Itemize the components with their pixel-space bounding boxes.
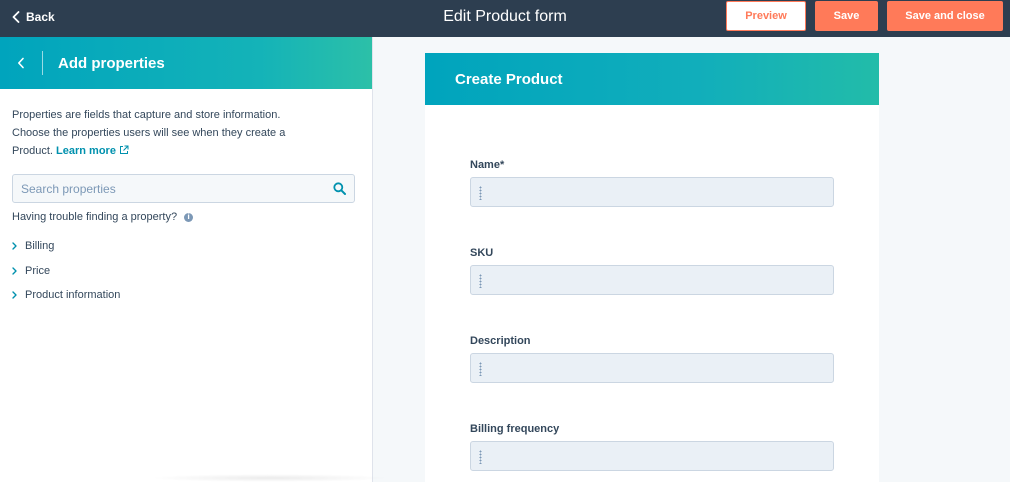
form-field-name[interactable]: Name* bbox=[470, 159, 834, 207]
top-bar: Back Edit Product form Preview Save Save… bbox=[0, 0, 1010, 37]
form-field-billing-frequency[interactable]: Billing frequency bbox=[470, 423, 834, 471]
form-header: Create Product bbox=[425, 53, 879, 105]
chevron-right-icon bbox=[12, 291, 17, 299]
search-properties-field[interactable] bbox=[12, 174, 355, 203]
preview-button[interactable]: Preview bbox=[726, 1, 806, 31]
back-label: Back bbox=[26, 9, 55, 24]
trouble-finding-hint: Having trouble finding a property? i bbox=[12, 211, 360, 223]
bottom-shadow bbox=[150, 474, 390, 482]
panel-body: Properties are fields that capture and s… bbox=[0, 89, 372, 308]
panel-back-button[interactable] bbox=[0, 37, 42, 89]
property-groups: Billing Price Product information bbox=[12, 234, 360, 308]
chevron-right-icon bbox=[12, 267, 17, 275]
property-group-billing[interactable]: Billing bbox=[12, 234, 360, 259]
property-group-product-information[interactable]: Product information bbox=[12, 283, 360, 308]
info-icon[interactable]: i bbox=[184, 212, 194, 222]
panel-description: Properties are fields that capture and s… bbox=[12, 106, 302, 160]
chevron-left-icon bbox=[12, 10, 20, 23]
learn-more-link[interactable]: Learn more bbox=[56, 145, 129, 157]
field-label: SKU bbox=[470, 247, 494, 259]
panel-header: Add properties bbox=[0, 37, 372, 89]
search-icon[interactable] bbox=[333, 182, 346, 195]
add-properties-panel: Add properties Properties are fields tha… bbox=[0, 37, 373, 482]
drag-handle-icon[interactable] bbox=[479, 274, 482, 288]
description-input[interactable] bbox=[470, 353, 834, 383]
learn-more-label: Learn more bbox=[56, 145, 116, 157]
drag-handle-icon[interactable] bbox=[479, 450, 482, 464]
form-field-description[interactable]: Description bbox=[470, 335, 834, 383]
drag-handle-icon[interactable] bbox=[479, 186, 482, 200]
save-button[interactable]: Save bbox=[815, 1, 878, 31]
sku-input[interactable] bbox=[470, 265, 834, 295]
external-link-icon bbox=[119, 145, 129, 154]
form-title: Create Product bbox=[455, 70, 563, 88]
panel-title: Add properties bbox=[58, 54, 165, 72]
group-label: Billing bbox=[25, 240, 55, 253]
trouble-text: Having trouble finding a property? bbox=[12, 211, 178, 223]
group-label: Price bbox=[25, 264, 51, 277]
field-label: Name* bbox=[470, 159, 505, 171]
form-field-sku[interactable]: SKU bbox=[470, 247, 834, 295]
billing-frequency-input[interactable] bbox=[470, 441, 834, 471]
search-input[interactable] bbox=[21, 181, 333, 196]
chevron-right-icon bbox=[12, 242, 17, 250]
back-button[interactable]: Back bbox=[12, 0, 55, 33]
form-preview-card: Create Product Name* SKU Description Bil… bbox=[425, 53, 879, 482]
chevron-left-icon bbox=[18, 57, 24, 69]
group-label: Product information bbox=[25, 289, 121, 302]
description-text: Properties are fields that capture and s… bbox=[12, 109, 286, 157]
header-divider bbox=[42, 51, 43, 75]
field-label: Description bbox=[470, 335, 531, 347]
save-and-close-button[interactable]: Save and close bbox=[887, 1, 1003, 31]
name-input[interactable] bbox=[470, 177, 834, 207]
property-group-price[interactable]: Price bbox=[12, 259, 360, 284]
drag-handle-icon[interactable] bbox=[479, 362, 482, 376]
field-label: Billing frequency bbox=[470, 423, 560, 435]
